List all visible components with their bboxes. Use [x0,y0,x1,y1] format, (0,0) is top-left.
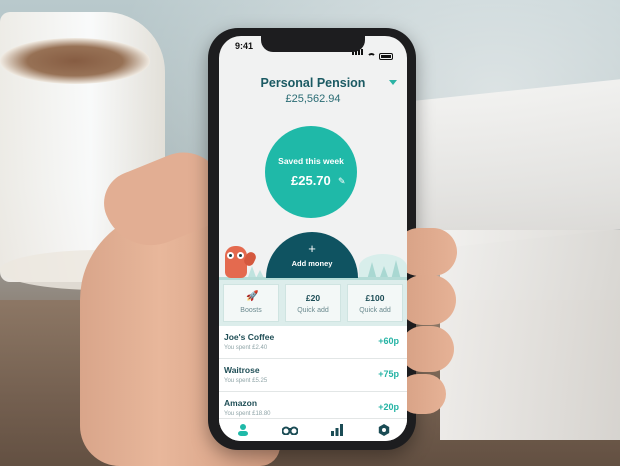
rocket-icon: 🚀 [246,291,259,302]
spent-text: You spent £18.80 [224,411,271,417]
phone-notch [261,36,365,52]
owl-wing [242,250,258,268]
hand-finger [400,326,454,372]
quick-add-amount: £20 [305,293,321,303]
spent-text: You spent £2.40 [224,345,268,351]
merchant-name: Waitrose [224,365,260,375]
quick-add-100-button[interactable]: £100 Quick add [347,284,403,322]
signal-icon [352,42,364,60]
plus-icon: + [308,241,316,256]
account-name[interactable]: Personal Pension [219,76,407,90]
merchant-name: Amazon [224,398,258,408]
coffee-cup-rim [0,38,150,84]
list-item[interactable]: Waitrose You spent £5.25 +75p [219,359,407,392]
pencil-icon[interactable]: ✎ [338,176,346,187]
roundup-amount: +60p [378,336,399,346]
phone-screen: 9:41 Personal Pension £25,562.94 Saved t… [219,36,407,441]
binoculars-icon[interactable] [280,423,300,437]
quick-add-amount: £100 [365,293,385,303]
owl-eye [227,252,234,259]
boosts-label: Boosts [240,307,262,314]
spent-text: You spent £5.25 [224,378,268,384]
merchant-name: Joe's Coffee [224,332,275,342]
bottom-tab-bar [219,418,407,441]
status-time: 9:41 [235,41,254,51]
account-balance: £25,562.94 [285,93,341,105]
background-book [415,79,620,251]
chevron-down-icon[interactable] [389,80,397,85]
roundup-amount: +20p [378,402,399,412]
wifi-icon [367,53,376,60]
saved-amount: £25.70 [291,173,331,188]
battery-icon [379,53,393,60]
settings-hex-icon[interactable] [374,423,394,437]
list-item[interactable]: Joe's Coffee You spent £2.40 +60p [219,326,407,359]
bar-chart-icon[interactable] [327,423,347,437]
roundup-amount: +75p [378,369,399,379]
person-icon[interactable] [233,423,253,437]
transaction-list: Joe's Coffee You spent £2.40 +60p Waitro… [219,326,407,425]
saved-label: Saved this week [278,156,344,166]
boosts-button[interactable]: 🚀 Boosts [223,284,279,322]
quick-add-label: Quick add [359,307,391,314]
quick-add-20-button[interactable]: £20 Quick add [285,284,341,322]
add-money-label: Add money [291,259,333,268]
owl-mascot-icon [225,246,258,278]
background-box [440,230,620,440]
saved-this-week-circle[interactable]: Saved this week £25.70 ✎ [265,126,357,218]
status-icons [352,42,393,60]
quick-actions-bar: 🚀 Boosts £20 Quick add £100 Quick add [219,280,407,326]
quick-add-label: Quick add [297,307,329,314]
owl-eye [237,252,244,259]
